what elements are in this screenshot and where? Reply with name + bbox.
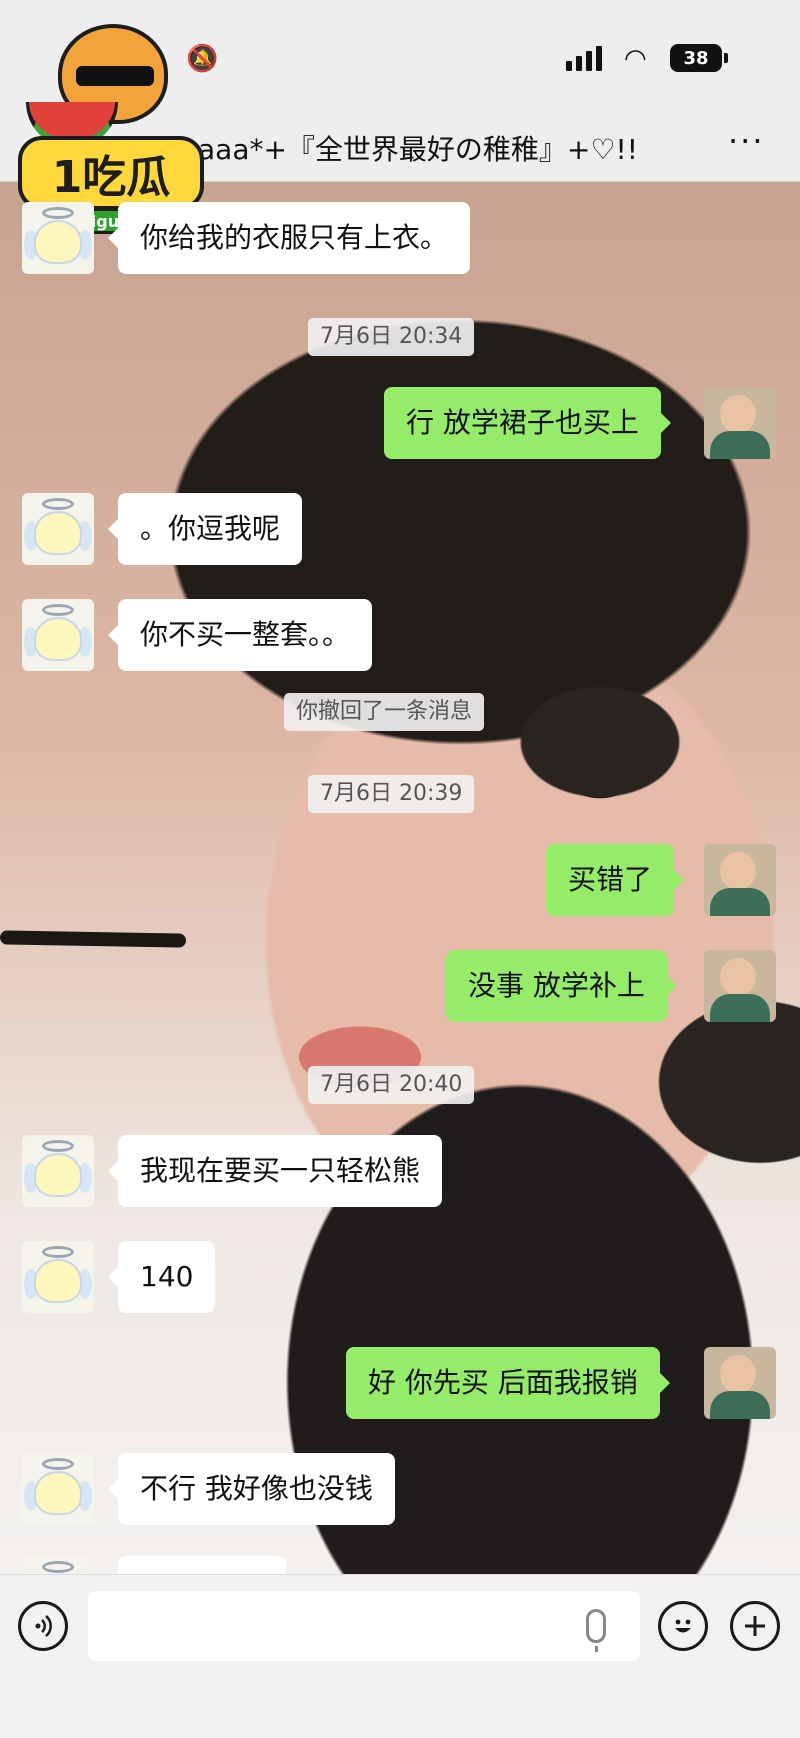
message-input[interactable]	[88, 1591, 640, 1661]
my-avatar[interactable]	[704, 1347, 776, 1419]
message-bubble-incoming[interactable]: 我现在要买一只轻松熊	[107, 1135, 443, 1207]
message-bubble-incoming-partial[interactable]	[118, 1556, 286, 1574]
message-bubble-incoming[interactable]: 你给我的衣服只有上衣。	[107, 202, 471, 274]
chat-input-bar	[0, 1574, 800, 1738]
timestamp: 7月6日 20:40	[308, 1066, 475, 1104]
my-avatar[interactable]	[704, 387, 776, 459]
contact-avatar[interactable]	[22, 1556, 94, 1574]
my-avatar[interactable]	[704, 844, 776, 916]
message-bubble-incoming[interactable]: 不行 我好像也没钱	[108, 1453, 395, 1525]
emoji-icon[interactable]	[658, 1601, 708, 1651]
microphone-icon[interactable]	[586, 1609, 606, 1652]
message-bubble-outgoing[interactable]: 没事 放学补上	[446, 950, 677, 1022]
wifi-icon: ◠	[624, 44, 647, 74]
sunglasses-icon	[76, 66, 154, 86]
message-bubble-outgoing[interactable]: 好 你先买 后面我报销	[346, 1347, 670, 1419]
watermark-logo: 1吃瓜 1chigua.one	[18, 14, 208, 234]
recalled-message-notice: 你撤回了一条消息	[284, 693, 485, 731]
my-avatar[interactable]	[704, 950, 776, 1022]
message-bubble-incoming[interactable]: 你不买一整套。。	[107, 599, 373, 671]
contact-avatar[interactable]	[22, 202, 94, 274]
message-bubble-incoming[interactable]: 140	[107, 1241, 216, 1313]
plus-icon[interactable]	[730, 1601, 780, 1651]
chat-title: aaa*+『全世界最好の稚稚』+♡!!	[198, 133, 638, 166]
voice-mode-icon[interactable]	[18, 1601, 68, 1651]
contact-avatar[interactable]	[22, 1453, 94, 1525]
more-options-icon[interactable]: ···	[728, 122, 765, 160]
contact-avatar[interactable]	[22, 1241, 94, 1313]
cellular-signal-icon	[566, 46, 602, 71]
contact-avatar[interactable]	[22, 1135, 94, 1207]
battery-indicator: 38	[670, 44, 728, 72]
timestamp: 7月6日 20:34	[308, 318, 475, 356]
logo-text: 1吃瓜	[18, 136, 204, 210]
contact-avatar[interactable]	[22, 493, 94, 565]
message-bubble-incoming[interactable]: 。你逗我呢	[107, 493, 303, 565]
contact-avatar[interactable]	[22, 599, 94, 671]
message-bubble-outgoing[interactable]: 买错了	[546, 844, 685, 916]
message-bubble-outgoing[interactable]: 行 放学裙子也买上	[384, 387, 671, 459]
timestamp: 7月6日 20:39	[308, 775, 475, 813]
